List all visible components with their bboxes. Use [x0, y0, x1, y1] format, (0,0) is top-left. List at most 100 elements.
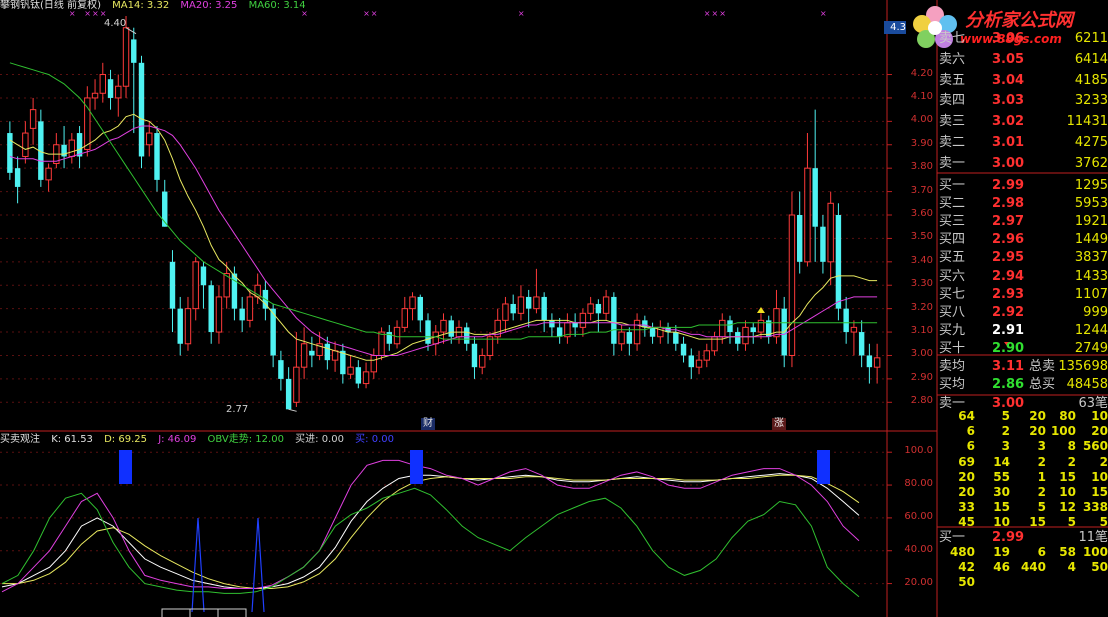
candle-body-down [177, 308, 183, 344]
queue-cell: 58 [1059, 545, 1076, 559]
order-book-row[interactable]: 卖一 3.00 3762 [938, 153, 1108, 174]
candle-body-up [479, 354, 486, 368]
candle-body-up [788, 214, 796, 356]
ob-price: 3.02 [992, 114, 1025, 130]
queue-cell: 3 [1037, 439, 1046, 454]
candle-body-up [602, 296, 610, 314]
candle-body-down [680, 343, 687, 356]
queue-row: 480 19 6 58 100 [938, 545, 1108, 560]
signal-spike [251, 517, 265, 613]
queue-cell: 64 [958, 409, 975, 423]
candle-body-up [192, 261, 199, 310]
order-book-row[interactable]: 卖三 3.02 11431 [938, 111, 1108, 132]
finance-badge[interactable]: 财 [421, 418, 435, 430]
candle-body-down [649, 327, 656, 337]
queue-cell: 20 [1029, 409, 1046, 423]
queue-row: 69 14 2 2 2 [938, 455, 1108, 470]
k-readout: K: 61.53 [51, 434, 93, 445]
ob-label: 卖一 [939, 155, 966, 171]
queue-cell: 2 [1067, 454, 1076, 469]
candle-body-up [827, 202, 834, 263]
price-axis-label: 4.20 [910, 67, 933, 79]
price-axis-label: 4.10 [910, 90, 933, 102]
candle-body-down [572, 322, 578, 328]
queue-cell: 480 [949, 545, 975, 559]
candle-body-up [184, 308, 192, 345]
candle-body-down [843, 308, 849, 333]
price-axis-label: 3.40 [910, 254, 933, 266]
queue-cell: 80 [1059, 409, 1076, 423]
obv-readout: OBV走势: 12.00 [207, 434, 284, 445]
candle-body-down [688, 355, 694, 368]
candle-body-up [45, 167, 52, 181]
candle-body-up [873, 357, 881, 368]
candle-body-up [695, 359, 703, 368]
signal-spike [191, 517, 205, 613]
ob-volume: 3762 [1074, 155, 1108, 171]
candle-body-down [355, 367, 362, 384]
order-book-row[interactable]: 卖二 3.01 4275 [938, 132, 1108, 153]
order-book-row[interactable]: 卖五 3.04 4185 [938, 70, 1108, 91]
order-book-row[interactable]: 卖七 3.06 6211 [938, 28, 1108, 49]
candle-body-down [820, 226, 826, 262]
avg-price: 2.86 [992, 377, 1025, 392]
queue-row: 6 3 3 8 560 [938, 439, 1108, 454]
candle-body-down [425, 320, 431, 344]
stock-title: 攀钢钒钛(日线 前复权) [0, 0, 101, 11]
queue-cell: 55 [993, 469, 1010, 484]
candle-body-down [154, 133, 160, 180]
queue-cell: 20 [1091, 424, 1108, 439]
queue-cell: 6 [966, 439, 975, 454]
candle-body-up [91, 92, 99, 99]
candle-body-down [285, 378, 292, 410]
avg-label: 买均 [939, 377, 966, 392]
signal-mark: × [704, 9, 711, 18]
signal-mark: × [719, 9, 726, 18]
queue-cell: 69 [958, 454, 975, 469]
ob-price: 3.04 [992, 72, 1025, 88]
price-axis-label: 3.80 [910, 161, 933, 173]
buy-signal-bar [817, 450, 830, 484]
candle-body-up [215, 296, 223, 333]
queue-cell: 3 [1001, 439, 1010, 454]
queue-cell: 14 [993, 454, 1010, 469]
queue-cell: 5 [1037, 500, 1046, 515]
queue-cell: 50 [958, 575, 975, 590]
candle-body-up [146, 132, 153, 146]
indicator-line-d [2, 474, 860, 589]
order-book-row[interactable]: 卖六 3.05 6414 [938, 49, 1108, 70]
candle-body-down [549, 320, 555, 328]
buy-signal-bar [119, 450, 132, 484]
buy-in-readout: 买进: 0.00 [295, 434, 344, 445]
price-axis-label: 3.20 [910, 301, 933, 313]
candle-body-down [131, 39, 137, 63]
ob-price: 3.00 [992, 155, 1025, 171]
queue-cell: 2 [1099, 454, 1108, 469]
order-book-row[interactable]: 卖四 3.03 3233 [938, 90, 1108, 111]
candle-body-down [626, 332, 633, 344]
ob-price: 3.06 [992, 31, 1025, 46]
ob-volume: 4275 [1074, 135, 1108, 150]
candle-body-up [703, 350, 710, 361]
queue-row: 42 46 440 4 50 [938, 560, 1108, 575]
price-axis-label: 3.60 [910, 208, 933, 219]
indicator-axis-label: 20.00 [904, 576, 933, 588]
limit-up-badge[interactable]: 涨 [772, 418, 786, 430]
candle-body-up [633, 319, 641, 345]
candle-body-up [331, 350, 339, 361]
queue-cell: 1 [1037, 469, 1046, 484]
queue-cell: 2 [1001, 424, 1010, 439]
candle-body-up [300, 343, 308, 368]
buy-arrow-icon [756, 307, 765, 313]
ob-volume: 6211 [1074, 31, 1108, 46]
candle-body-up [742, 326, 749, 345]
ob-price: 3.01 [992, 135, 1025, 150]
candle-body-down [464, 327, 470, 344]
signal-mark: × [820, 9, 827, 18]
ob-volume: 11431 [1066, 114, 1108, 130]
candle-body-down [448, 320, 454, 337]
queue-cell: 15 [1059, 469, 1076, 484]
total-label: 总买 [1029, 377, 1056, 392]
candle-body-down [7, 133, 13, 173]
low-pointer [288, 408, 297, 412]
